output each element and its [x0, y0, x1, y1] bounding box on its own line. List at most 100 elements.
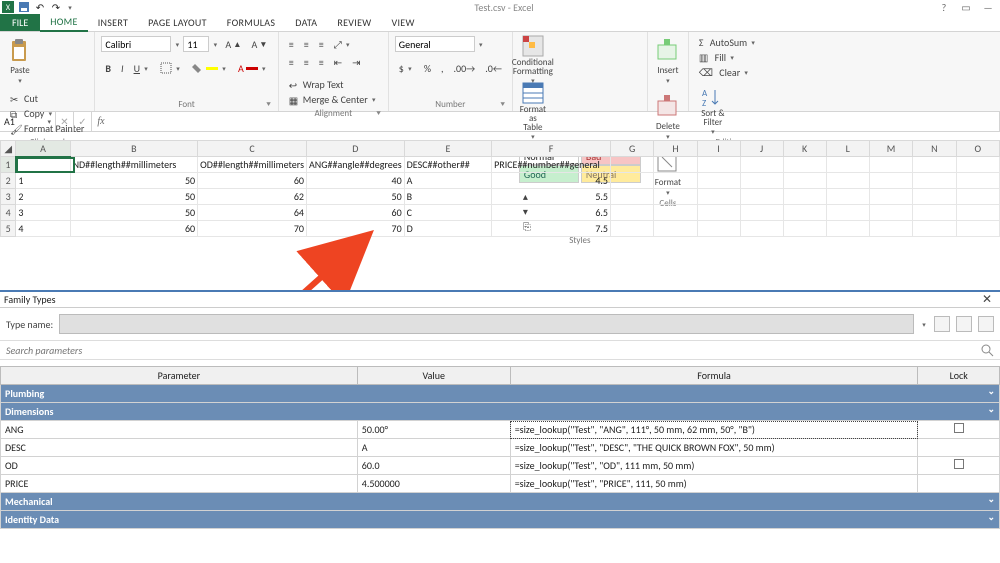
fill-button[interactable]: ▥ Fill▾ [695, 50, 761, 65]
align-center-button[interactable]: ≡ [300, 55, 313, 70]
cut-button[interactable]: ✂Cut [6, 91, 88, 106]
autosum-button[interactable]: Σ AutoSum▾ [695, 35, 761, 50]
col-header[interactable]: B [70, 141, 198, 157]
merge-center-button[interactable]: ▦Merge & Center▾ [285, 92, 382, 107]
cell[interactable]: 64 [198, 205, 307, 221]
cell[interactable]: 1 [16, 173, 70, 189]
collapse-icon[interactable]: ⌄ [987, 494, 995, 505]
spreadsheet[interactable]: ◢ A B C D E F G H I J K L M N O 1 ND##le… [0, 140, 1000, 237]
close-icon[interactable]: ✕ [978, 292, 996, 307]
param-formula[interactable]: =size_lookup("Test", "ANG", 111°, 50 mm,… [510, 421, 918, 439]
italic-button[interactable]: I [117, 61, 128, 76]
cell[interactable]: D [404, 221, 491, 237]
font-color-button[interactable]: A▾ [234, 61, 272, 76]
undo-icon[interactable]: ↶ [34, 1, 46, 13]
wrap-text-button[interactable]: ↩Wrap Text [285, 77, 382, 92]
col-header[interactable]: M [869, 141, 913, 157]
cell[interactable]: 50 [307, 189, 405, 205]
chevron-down-icon[interactable]: ▾ [920, 320, 928, 329]
param-value[interactable]: 60.0 [357, 457, 510, 475]
param-name[interactable]: DESC [1, 439, 358, 457]
cell[interactable]: A [404, 173, 491, 189]
param-lock[interactable] [918, 439, 1000, 457]
cell[interactable]: 60 [70, 221, 198, 237]
orientation-button[interactable]: ⤢▾ [330, 37, 356, 52]
tab-view[interactable]: VIEW [381, 14, 424, 31]
cell[interactable] [16, 157, 70, 173]
cell[interactable]: 3 [16, 205, 70, 221]
enter-formula-icon[interactable]: ✓ [74, 112, 92, 131]
cell[interactable]: 7.5 [492, 221, 611, 237]
param-name[interactable]: PRICE [1, 475, 358, 493]
clear-button[interactable]: ⌫ Clear▾ [695, 65, 761, 80]
col-header[interactable]: E [404, 141, 491, 157]
insert-cells-button[interactable]: Insert▾ [654, 35, 682, 85]
paste-button[interactable]: Paste ▾ [6, 35, 34, 85]
decrease-decimal-button[interactable]: .0← [481, 61, 506, 76]
row-header[interactable]: 5 [1, 221, 16, 237]
tab-data[interactable]: DATA [285, 14, 327, 31]
formula-input[interactable] [110, 112, 1000, 131]
dialog-titlebar[interactable]: Family Types ✕ [0, 292, 1000, 308]
category-plumbing[interactable]: Plumbing⌄ [1, 385, 1000, 403]
underline-button[interactable]: U▾ [130, 61, 154, 76]
search-icon[interactable] [980, 343, 994, 357]
cell[interactable]: 4.5 [492, 173, 611, 189]
param-name[interactable]: ANG [1, 421, 358, 439]
tab-page-layout[interactable]: PAGE LAYOUT [138, 14, 217, 31]
col-header[interactable]: I [697, 141, 740, 157]
category-identity[interactable]: Identity Data⌄ [1, 511, 1000, 529]
align-left-button[interactable]: ≡ [285, 55, 298, 70]
col-header[interactable]: G [611, 141, 654, 157]
col-header[interactable]: J [740, 141, 783, 157]
param-formula[interactable]: =size_lookup("Test", "DESC", "THE QUICK … [510, 439, 918, 457]
search-input[interactable] [6, 344, 980, 357]
cell[interactable]: B [404, 189, 491, 205]
cell[interactable]: 60 [198, 173, 307, 189]
cell[interactable]: 50 [70, 189, 198, 205]
cell[interactable]: DESC##other## [404, 157, 491, 173]
bold-button[interactable]: B [101, 61, 115, 76]
fill-color-button[interactable]: ▾ [188, 61, 232, 75]
cell[interactable]: 40 [307, 173, 405, 189]
align-right-button[interactable]: ≡ [315, 55, 328, 70]
cell[interactable]: 5.5 [492, 189, 611, 205]
collapse-icon[interactable]: ⌄ [987, 386, 995, 397]
redo-icon[interactable]: ↷ [50, 1, 62, 13]
increase-decimal-button[interactable]: .00→ [450, 61, 480, 76]
align-middle-button[interactable]: ≡ [300, 37, 313, 52]
qat-customize-icon[interactable]: ▾ [66, 3, 74, 12]
fx-icon[interactable]: fx [92, 112, 110, 131]
number-format-select[interactable] [395, 36, 475, 52]
cell[interactable]: ANG##angle##degrees [307, 157, 405, 173]
tab-home[interactable]: HOME [40, 13, 87, 32]
row-header[interactable]: 1 [1, 157, 16, 173]
cancel-formula-icon[interactable]: ✕ [56, 112, 74, 131]
file-tab[interactable]: FILE [0, 14, 40, 31]
col-header[interactable]: D [307, 141, 405, 157]
col-parameter[interactable]: Parameter [1, 367, 358, 385]
cell[interactable]: 2 [16, 189, 70, 205]
dialog-launcher-icon[interactable]: ⯆ [265, 100, 271, 110]
col-header[interactable]: O [956, 141, 999, 157]
cell[interactable]: 70 [198, 221, 307, 237]
type-name-input[interactable] [59, 314, 914, 334]
col-header[interactable]: H [654, 141, 697, 157]
param-value[interactable]: 4.500000 [357, 475, 510, 493]
select-all-corner[interactable]: ◢ [1, 141, 16, 157]
increase-font-icon[interactable]: A▲ [221, 37, 245, 52]
col-header[interactable]: A [16, 141, 70, 157]
cell[interactable]: ND##length##millimeters [70, 157, 198, 173]
minimize-button[interactable]: — [978, 1, 998, 14]
borders-button[interactable]: ▾ [156, 61, 186, 75]
category-dimensions[interactable]: Dimensions⌄ [1, 403, 1000, 421]
cell[interactable]: C [404, 205, 491, 221]
conditional-formatting-button[interactable]: Conditional Formatting▾ [519, 35, 547, 85]
accounting-format-button[interactable]: $▾ [395, 61, 418, 76]
col-lock[interactable]: Lock [918, 367, 1000, 385]
align-bottom-button[interactable]: ≡ [315, 37, 328, 52]
cell[interactable]: 4 [16, 221, 70, 237]
tab-insert[interactable]: INSERT [88, 14, 138, 31]
collapse-icon[interactable]: ⌄ [987, 404, 995, 415]
font-size-input[interactable] [183, 36, 209, 52]
